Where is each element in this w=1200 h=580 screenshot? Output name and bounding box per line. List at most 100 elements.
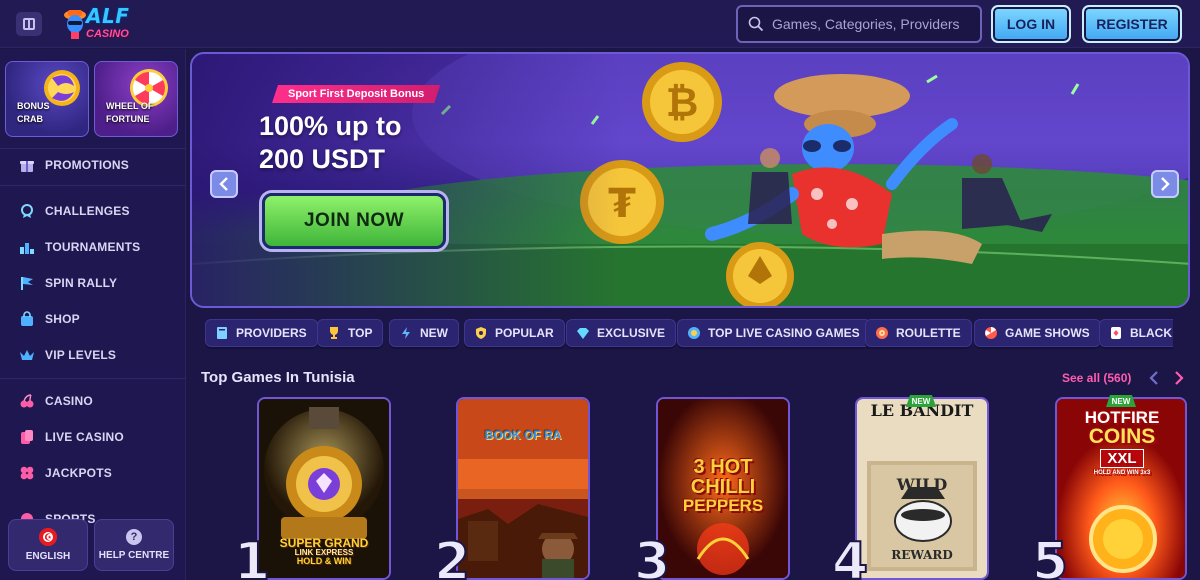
roulette-icon	[874, 325, 890, 341]
diamond-icon	[575, 325, 591, 341]
wheel-of-fortune-tile[interactable]: WHEEL OF FORTUNE	[94, 61, 178, 137]
login-button[interactable]: LOG IN	[991, 5, 1071, 43]
logo-text: ALF	[86, 4, 130, 28]
banner-title-line2: 200 USDT	[259, 144, 386, 174]
new-badge: NEW	[906, 395, 936, 407]
chip-providers[interactable]: PROVIDERS	[205, 319, 318, 347]
section-title: Top Games In Tunisia	[201, 369, 355, 386]
game-subtitle: WILD	[857, 477, 987, 493]
banner-title: 100% up to 200 USDT	[259, 110, 559, 176]
wheel-icon	[983, 325, 999, 341]
crown-icon	[18, 346, 36, 364]
game-card-3-hot-chilli-peppers[interactable]: 3 HOT CHILLI PEPPERS	[656, 397, 790, 580]
chip-label: PROVIDERS	[236, 326, 307, 340]
search-box[interactable]	[736, 5, 982, 43]
game-card-le-bandit[interactable]: LE BANDIT WILD REWARD	[855, 397, 989, 580]
sidebar-item-promotions[interactable]: PROMOTIONS	[0, 150, 186, 180]
sidebar-item-tournaments[interactable]: TOURNAMENTS	[0, 232, 186, 262]
hero-banner[interactable]: ₿ ₮ Sport First Deposit Bonus 100% up to…	[190, 52, 1190, 308]
game-thumbnail	[458, 399, 588, 578]
language-label: ENGLISH	[25, 551, 71, 562]
chip-label: TOP LIVE CASINO GAMES	[708, 326, 860, 340]
medal-icon	[18, 202, 36, 220]
chip-label: BLACK	[1130, 326, 1172, 340]
games-prev-button[interactable]	[1145, 368, 1163, 388]
bonus-crab-label-line1: BONUS	[17, 101, 50, 111]
game-title-line2: WILD	[896, 475, 948, 494]
game-rank: 2	[433, 532, 471, 580]
game-title-sub: HOLD AND WIN 3x3	[1093, 470, 1151, 476]
help-centre-button[interactable]: ? HELP CENTRE	[94, 519, 174, 571]
site-logo[interactable]: ALF CASINO	[58, 4, 138, 44]
chip-label: TOP	[348, 326, 373, 340]
bolt-icon	[398, 325, 414, 341]
game-title-line1: BOOK OF RA	[484, 428, 562, 442]
game-title-line3: HOLD & WIN	[296, 556, 352, 566]
sidebar-item-spin-rally[interactable]: SPIN RALLY	[0, 268, 186, 298]
sidebar-item-label: PROMOTIONS	[45, 158, 130, 172]
shield-star-icon	[473, 325, 489, 341]
bonus-crab-label: BONUS CRAB	[17, 100, 50, 126]
playing-card-icon	[1108, 325, 1124, 341]
tunisia-flag-icon	[39, 528, 57, 546]
language-button[interactable]: ENGLISH	[8, 519, 88, 571]
sidebar-item-label: VIP LEVELS	[45, 348, 117, 362]
chip-exclusive[interactable]: EXCLUSIVE	[566, 319, 677, 347]
gift-icon	[18, 156, 36, 174]
casino-chip-icon	[686, 325, 702, 341]
game-title-line3: REWARD	[891, 548, 953, 562]
chevron-left-icon	[219, 177, 228, 191]
trophy-icon	[326, 325, 342, 341]
sidebar-item-jackpots[interactable]: JACKPOTS	[0, 458, 186, 488]
banner-prev-button[interactable]	[210, 170, 238, 198]
chip-popular[interactable]: POPULAR	[464, 319, 565, 347]
chip-top[interactable]: TOP	[317, 319, 384, 347]
banner-next-button[interactable]	[1151, 170, 1179, 198]
flag-icon	[18, 274, 36, 292]
new-badge: NEW	[1106, 395, 1136, 407]
chip-new[interactable]: NEW	[389, 319, 459, 347]
game-card-hotfire-coins-xxl[interactable]: HOTFIRE COINS XXL HOLD AND WIN 3x3	[1055, 397, 1187, 580]
banner-title-line1: 100% up to	[259, 111, 402, 141]
podium-icon	[18, 238, 36, 256]
join-now-button[interactable]: JOIN NOW	[262, 193, 446, 249]
game-rank: 3	[633, 532, 671, 580]
games-next-button[interactable]	[1170, 368, 1188, 388]
sidebar: BONUS CRAB WHEEL OF FORTUNE PROMOTIONS C…	[0, 49, 186, 580]
chip-game-shows[interactable]: GAME SHOWS	[974, 319, 1101, 347]
sidebar-toggle-button[interactable]	[16, 12, 42, 36]
chip-label: ROULETTE	[896, 326, 961, 340]
wheel-label-line1: WHEEL OF	[106, 101, 154, 111]
sidebar-item-vip-levels[interactable]: VIP LEVELS	[0, 340, 186, 370]
chip-top-live-casino-games[interactable]: TOP LIVE CASINO GAMES	[677, 319, 871, 347]
game-card-book-of-ra[interactable]: BOOK OF RA	[456, 397, 590, 580]
sidebar-item-live-casino[interactable]: LIVE CASINO	[0, 422, 186, 452]
see-all-link[interactable]: See all (560)	[1062, 371, 1131, 385]
search-input[interactable]	[772, 16, 972, 32]
sidebar-item-challenges[interactable]: CHALLENGES	[0, 196, 186, 226]
wheel-of-fortune-label: WHEEL OF FORTUNE	[106, 100, 153, 126]
bag-icon	[18, 310, 36, 328]
game-rank: 4	[831, 532, 869, 580]
bonus-crab-tile[interactable]: BONUS CRAB	[5, 61, 89, 137]
game-title-line1: 3 HOT	[693, 456, 753, 478]
chip-roulette[interactable]: ROULETTE	[865, 319, 972, 347]
sidebar-item-casino[interactable]: CASINO	[0, 386, 186, 416]
game-title-line1: HOTFIRE	[1084, 408, 1160, 427]
sidebar-divider	[0, 185, 186, 186]
banner-tag: Sport First Deposit Bonus	[272, 85, 440, 103]
search-icon	[748, 16, 764, 32]
sidebar-item-label: TOURNAMENTS	[45, 240, 141, 254]
chip-blackjack[interactable]: BLACK	[1099, 319, 1173, 347]
register-button[interactable]: REGISTER	[1082, 5, 1182, 43]
chip-label: NEW	[420, 326, 448, 340]
game-title-line3: PEPPERS	[682, 496, 764, 515]
sidebar-item-label: CASINO	[45, 394, 93, 408]
chip-label: EXCLUSIVE	[597, 326, 666, 340]
sidebar-item-label: LIVE CASINO	[45, 430, 124, 444]
game-title: BOOK OF RA	[464, 429, 582, 441]
game-card-super-grand-link-express[interactable]: SUPER GRAND LINK EXPRESS HOLD & WIN	[257, 397, 391, 580]
game-title-line2: CHILLI	[690, 476, 756, 498]
sidebar-item-shop[interactable]: SHOP	[0, 304, 186, 334]
cards-icon	[18, 428, 36, 446]
